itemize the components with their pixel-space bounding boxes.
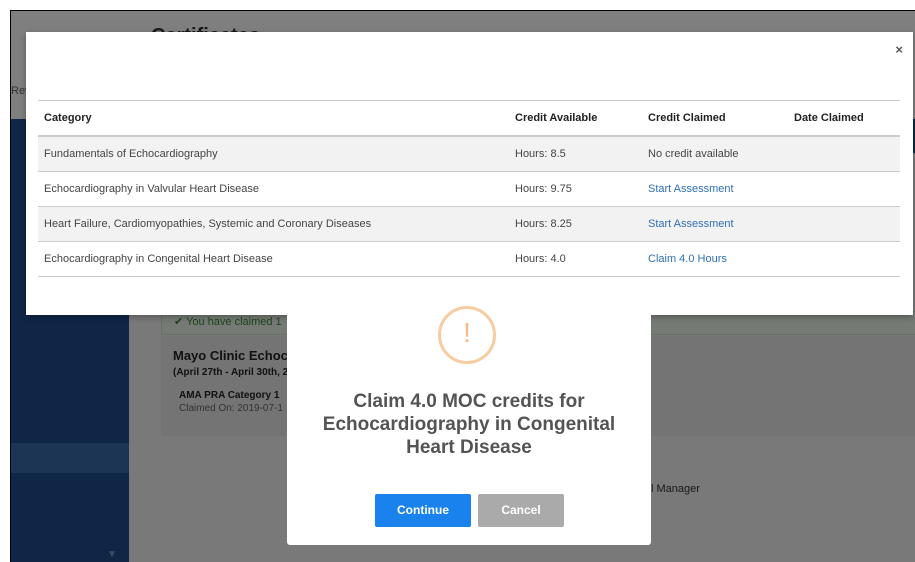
column-header-date-claimed: Date Claimed xyxy=(788,100,900,137)
row-category: Echocardiography in Congenital Heart Dis… xyxy=(38,241,509,277)
cancel-button[interactable]: Cancel xyxy=(478,494,564,527)
row-credit-available: Hours: 9.75 xyxy=(509,171,642,207)
row-date-claimed xyxy=(788,171,900,207)
credits-dialog: × Category Credit Available Credit Claim… xyxy=(26,32,913,315)
warning-icon: ! xyxy=(438,306,496,364)
table-row: Heart Failure, Cardiomyopathies, Systemi… xyxy=(38,206,900,242)
start-assessment-link[interactable]: Start Assessment xyxy=(642,171,788,207)
start-assessment-link[interactable]: Start Assessment xyxy=(642,206,788,242)
app-frame: ▼ Rev Certificates ✔ You have claimed 1 … xyxy=(10,10,915,562)
column-header-category: Category xyxy=(38,100,509,137)
column-header-credit-claimed: Credit Claimed xyxy=(642,100,788,137)
table-row: Echocardiography in Congenital Heart Dis… xyxy=(38,241,900,277)
row-category: Fundamentals of Echocardiography xyxy=(38,136,509,172)
modal-title: Claim 4.0 MOC credits for Echocardiograp… xyxy=(322,391,616,458)
row-date-claimed xyxy=(788,136,900,172)
row-date-claimed xyxy=(788,241,900,277)
row-credit-available: Hours: 8.25 xyxy=(509,206,642,242)
confirm-claim-modal: ! Claim 4.0 MOC credits for Echocardiogr… xyxy=(287,278,651,545)
claim-hours-link[interactable]: Claim 4.0 Hours xyxy=(642,241,788,277)
table-header-row: Category Credit Available Credit Claimed… xyxy=(38,100,900,137)
row-date-claimed xyxy=(788,206,900,242)
credits-table: Category Credit Available Credit Claimed… xyxy=(38,100,900,277)
table-row: Fundamentals of Echocardiography Hours: … xyxy=(38,136,900,172)
table-row: Echocardiography in Valvular Heart Disea… xyxy=(38,171,900,207)
continue-button[interactable]: Continue xyxy=(375,494,471,527)
row-credit-available: Hours: 8.5 xyxy=(509,136,642,172)
row-category: Heart Failure, Cardiomyopathies, Systemi… xyxy=(38,206,509,242)
exclamation-mark: ! xyxy=(463,317,471,348)
column-header-credit-available: Credit Available xyxy=(509,100,642,137)
row-credit-claimed: No credit available xyxy=(642,136,788,172)
close-icon[interactable]: × xyxy=(895,42,903,57)
row-category: Echocardiography in Valvular Heart Disea… xyxy=(38,171,509,207)
row-credit-available: Hours: 4.0 xyxy=(509,241,642,277)
